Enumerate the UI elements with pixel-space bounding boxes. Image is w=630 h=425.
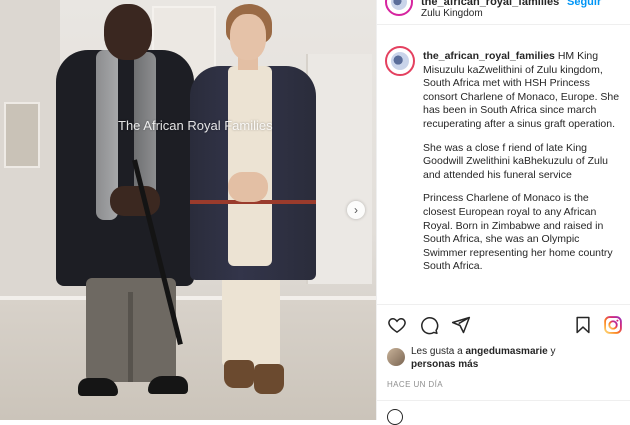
follow-button[interactable]: Seguir [567,0,601,8]
bookmark-icon[interactable] [573,315,593,335]
heart-icon[interactable] [387,315,407,335]
post-photo[interactable]: The African Royal Families › [0,0,376,420]
caption-username[interactable]: the_african_royal_families [423,50,555,62]
man-shoe-left [78,378,118,396]
caption-paragraph-3: Princess Charlene of Monaco is the close… [423,192,613,273]
header-username[interactable]: the_african_royal_families [421,0,559,8]
floor [0,300,376,420]
emoji-icon[interactable] [387,409,403,425]
caption-avatar[interactable] [385,46,415,76]
man-hands [110,186,160,216]
woman-hands [228,172,268,202]
post-timestamp[interactable]: HACE UN DÍA [387,380,443,389]
likes-prefix: Les gusta a [411,346,466,357]
likes-middle: y [547,346,556,357]
post-panel: the_african_royal_families Seguir Zulu K… [376,0,630,425]
photo-watermark: The African Royal Families [118,118,273,133]
woman-head [230,14,266,60]
woman-boot-left [224,360,254,388]
likes-summary: Les gusta a angedumasmarie y personas más [387,346,627,374]
man-coat [56,50,194,286]
comment-composer [377,400,630,425]
man-head [104,4,152,60]
caption-paragraph-1: the_african_royal_families HM King Misuz… [423,50,623,132]
post-header: the_african_royal_families Seguir Zulu K… [377,0,630,25]
woman-dress-front [228,66,272,266]
chevron-right-icon[interactable]: › [347,201,365,219]
likes-user-link[interactable]: angedumasmarie [465,346,547,357]
woman-boot-right [254,364,284,394]
man-shoe-right [148,376,188,394]
location-link[interactable]: Zulu Kingdom [421,8,483,19]
wall-artwork [4,102,40,168]
comment-icon[interactable] [419,315,439,335]
post-caption: the_african_royal_families HM King Misuz… [423,50,623,302]
instagram-icon[interactable] [603,315,623,335]
action-bar [377,304,630,345]
avatar[interactable] [385,0,413,16]
likes-others-link[interactable]: personas más [411,359,478,370]
likes-text: Les gusta a angedumasmarie y personas más [411,346,627,371]
man-trouser-gap [128,292,133,382]
caption-paragraph-2: She was a close f riend of late King Goo… [423,141,609,181]
avatar[interactable] [387,348,405,366]
send-icon[interactable] [451,315,471,335]
